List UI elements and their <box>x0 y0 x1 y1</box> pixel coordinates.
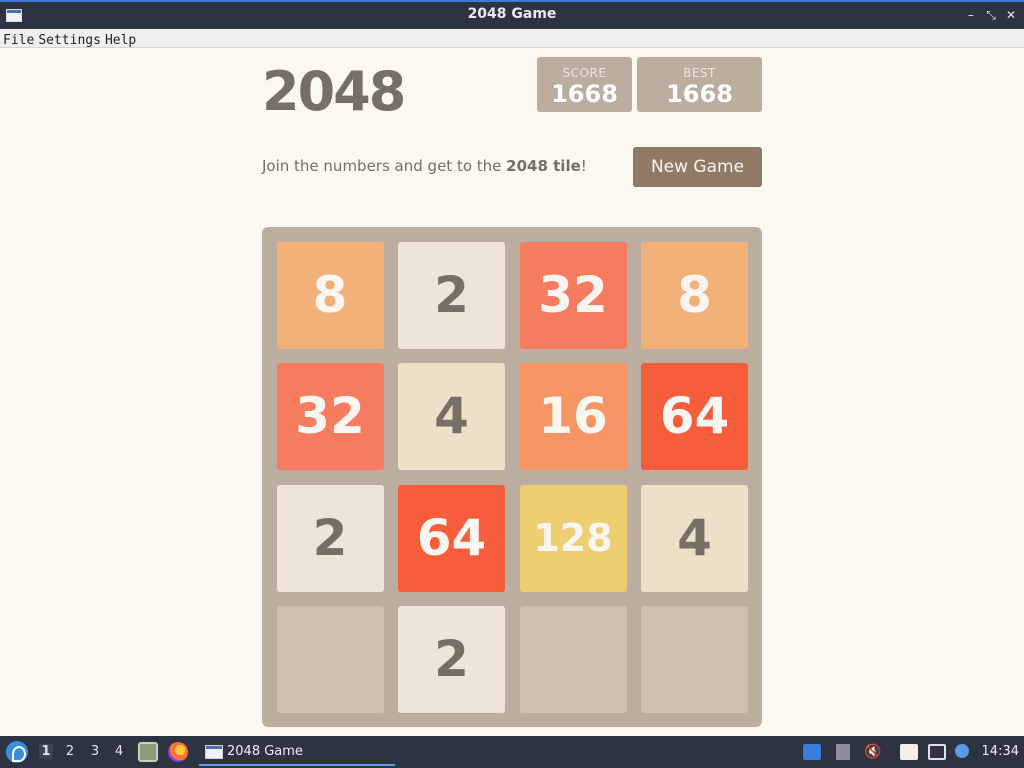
network-icon[interactable] <box>928 744 946 760</box>
tile: 2 <box>398 606 505 713</box>
best-value: 1668 <box>666 80 733 108</box>
tile: 32 <box>276 363 384 470</box>
intro-bold: 2048 tile <box>506 157 581 175</box>
window-titlebar[interactable]: 2048 Game – ⤡ ✕ <box>0 0 1024 29</box>
score-value: 1668 <box>551 80 618 108</box>
score-label: SCORE <box>562 66 607 80</box>
window-icon <box>205 745 223 759</box>
firefox-icon[interactable] <box>168 742 188 762</box>
tile: 64 <box>398 484 505 592</box>
grid-cell <box>276 606 384 713</box>
window-title: 2048 Game <box>467 6 557 22</box>
tile: 32 <box>519 241 627 349</box>
workspace-1[interactable]: 1 <box>39 744 53 759</box>
tile: 8 <box>276 241 384 349</box>
tile: 2 <box>276 484 384 592</box>
best-box: BEST 1668 <box>637 57 762 112</box>
menu-help[interactable]: Help <box>102 32 136 48</box>
volume-muted-icon[interactable]: 🔇 <box>864 744 882 760</box>
tile: 4 <box>398 363 505 470</box>
game-title: 2048 <box>262 60 406 123</box>
menu-bar: File Settings Help <box>0 29 1024 48</box>
upload-icon[interactable] <box>836 744 850 760</box>
intro-suffix: ! <box>580 157 587 175</box>
tile: 8 <box>641 241 748 349</box>
clipboard-icon[interactable] <box>900 744 918 760</box>
taskbar: 1 2 3 4 2048 Game 🔇 14:34 <box>0 736 1024 768</box>
best-label: BEST <box>683 66 716 80</box>
new-game-button[interactable]: New Game <box>633 147 762 187</box>
workspace-2[interactable]: 2 <box>63 744 77 759</box>
tile: 4 <box>641 484 748 592</box>
grid-cell <box>519 606 627 713</box>
tile: 64 <box>641 363 748 470</box>
minimize-icon[interactable]: – <box>963 7 979 23</box>
start-menu-icon[interactable] <box>6 741 28 763</box>
score-box: SCORE 1668 <box>537 57 632 112</box>
taskbar-window-label: 2048 Game <box>227 744 303 759</box>
tile: 128 <box>519 484 627 592</box>
display-icon[interactable] <box>803 744 821 760</box>
clock: 14:34 <box>981 744 1019 759</box>
file-manager-icon[interactable] <box>138 742 158 762</box>
grid-cell <box>641 606 748 713</box>
maximize-icon[interactable]: ⤡ <box>983 7 999 23</box>
menu-file[interactable]: File <box>0 32 34 48</box>
workspace-4[interactable]: 4 <box>112 744 126 759</box>
game-board[interactable]: 8 2 32 8 32 4 16 64 2 64 128 4 2 <box>262 227 762 727</box>
menu-settings[interactable]: Settings <box>35 32 101 48</box>
tile: 16 <box>519 363 627 470</box>
notification-icon[interactable] <box>955 744 969 758</box>
close-icon[interactable]: ✕ <box>1003 7 1019 23</box>
tile: 2 <box>398 241 505 349</box>
taskbar-window-button[interactable]: 2048 Game <box>199 738 395 766</box>
intro-prefix: Join the numbers and get to the <box>262 157 507 175</box>
intro-text: Join the numbers and get to the 2048 til… <box>262 157 587 175</box>
workspace-3[interactable]: 3 <box>88 744 102 759</box>
